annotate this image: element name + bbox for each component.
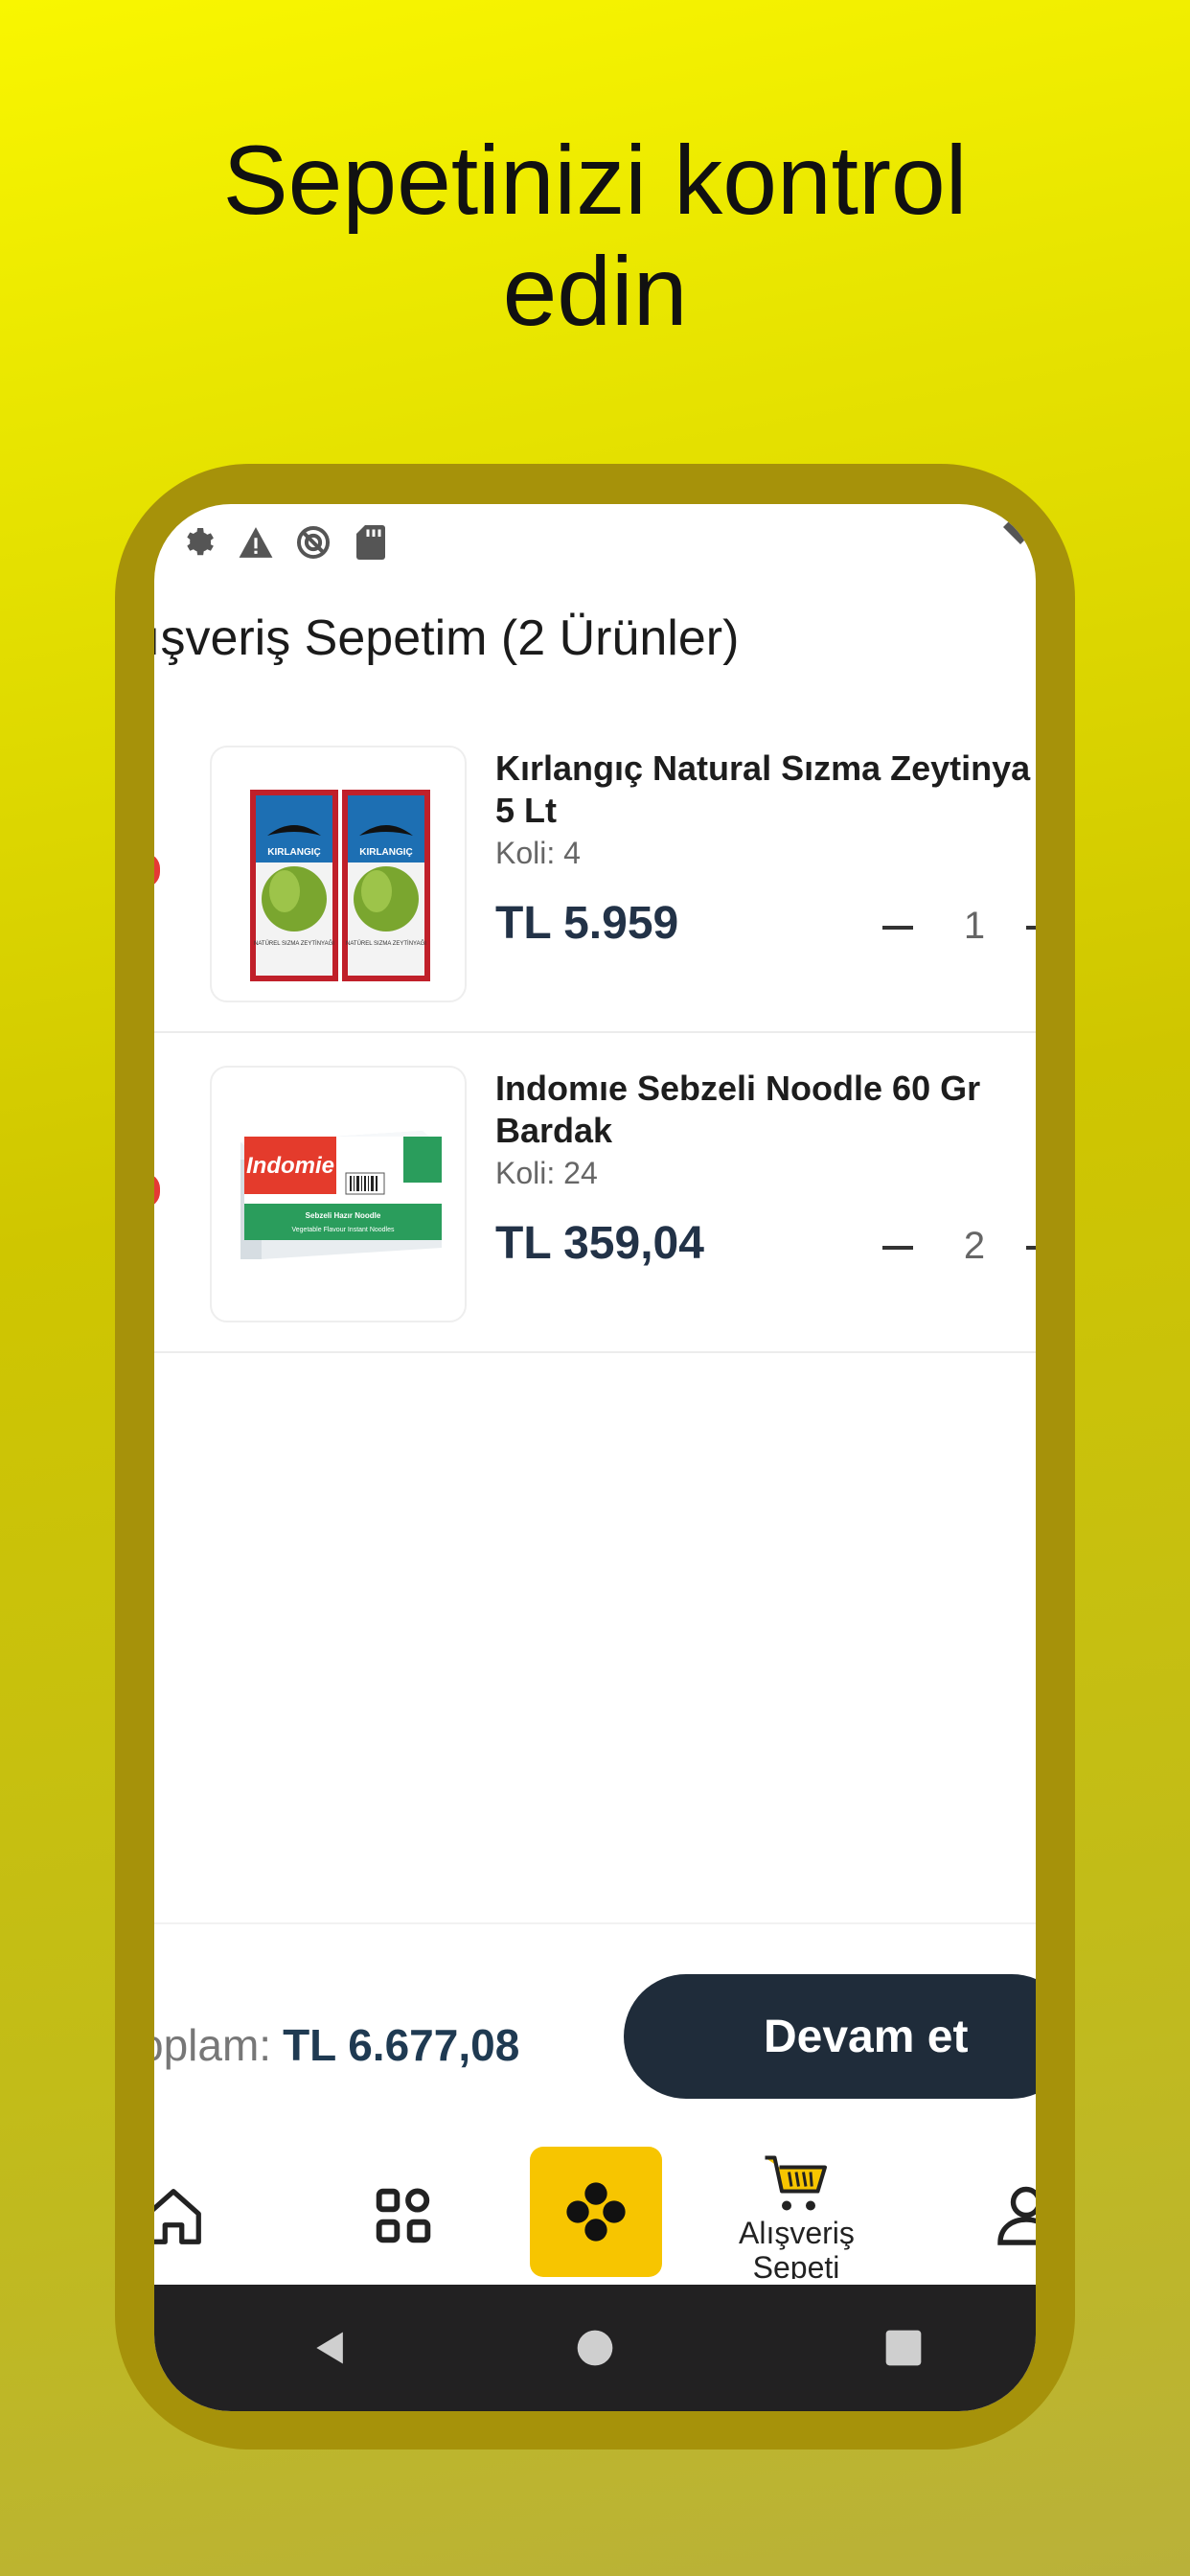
promo-headline-line1: Sepetinizi kontrol [222, 126, 968, 235]
shopping-cart-icon [765, 2155, 827, 2211]
nav-cart[interactable]: Alışveriş Sepeti [720, 2147, 873, 2281]
product-price: TL 5.959 [495, 898, 679, 949]
remove-item-button[interactable] [154, 1173, 160, 1208]
remove-item-button[interactable] [154, 853, 160, 887]
phone-screen: ışveriş Sepetim (2 Ürünler) KIRLANGIÇ NA… [154, 504, 1036, 2411]
nav-home[interactable] [154, 2147, 212, 2281]
product-pack-size: Koli: 24 [495, 1156, 598, 1190]
decrease-quantity-button[interactable] [882, 1246, 913, 1250]
continue-button[interactable]: Devam et [624, 1974, 1036, 2099]
home-icon [154, 2189, 201, 2244]
center-action-icon [566, 2182, 626, 2242]
svg-text:Vegetable Flavour Instant Nood: Vegetable Flavour Instant Noodles [291, 1227, 395, 1233]
svg-text:NATÜREL SIZMA ZEYTİNYAĞI: NATÜREL SIZMA ZEYTİNYAĞI [254, 940, 334, 947]
home-circle-icon[interactable] [574, 2327, 616, 2369]
product-image: KIRLANGIÇ NATÜREL SIZMA ZEYTİNYAĞI KIRLA… [210, 746, 467, 1002]
total-label: oplam: [154, 2020, 272, 2070]
product-price: TL 359,04 [495, 1218, 704, 1269]
decrease-quantity-button[interactable] [882, 926, 913, 930]
total-value: TL 6.677,08 [283, 2020, 520, 2070]
data-saver-icon [294, 523, 332, 562]
product-name[interactable]: Kırlangıç Natural Sızma Zeytinya 5 Lt [495, 748, 1036, 832]
nav-categories[interactable] [346, 2147, 461, 2281]
back-icon[interactable] [309, 2327, 352, 2369]
status-bar [179, 514, 390, 571]
increase-quantity-button[interactable] [1026, 1246, 1036, 1250]
promo-headline-line2: edin [502, 237, 688, 346]
cart-total: oplam: TL 6.677,08 [154, 1997, 519, 2093]
quantity-value: 1 [963, 905, 986, 947]
increase-quantity-button[interactable] [1026, 926, 1036, 930]
profile-icon [997, 2186, 1036, 2245]
recents-icon[interactable] [882, 2327, 925, 2369]
product-name[interactable]: Indomıe Sebzeli Noodle 60 Gr Bardak [495, 1068, 1036, 1152]
nav-center-action[interactable] [530, 2147, 662, 2277]
promo-headline: Sepetinizi kontrol edin [0, 125, 1190, 347]
system-nav-bar [154, 2285, 1036, 2411]
warning-icon [237, 523, 275, 562]
settings-icon [179, 523, 217, 562]
quantity-value: 2 [963, 1225, 986, 1267]
page-title: ışveriş Sepetim (2 Ürünler) [154, 610, 740, 666]
svg-text:Sebzeli Hazır Noodle: Sebzeli Hazır Noodle [306, 1211, 381, 1220]
cart-item[interactable]: KIRLANGIÇ NATÜREL SIZMA ZEYTİNYAĞI KIRLA… [154, 713, 1036, 1033]
cart-item[interactable]: Indomie Sebzeli Hazır Noodle Vegetable F… [154, 1033, 1036, 1353]
svg-text:KIRLANGIÇ: KIRLANGIÇ [359, 847, 413, 858]
svg-text:KIRLANGIÇ: KIRLANGIÇ [267, 847, 321, 858]
footer-divider [154, 1922, 1036, 1924]
sd-card-icon [352, 523, 390, 562]
categories-icon [376, 2188, 431, 2243]
bottom-nav: Alışveriş Sepeti [154, 2147, 1036, 2281]
nav-cart-label: Alışveriş Sepeti [739, 2216, 854, 2279]
svg-text:Indomie: Indomie [246, 1153, 334, 1179]
svg-text:NATÜREL SIZMA ZEYTİNYAĞI: NATÜREL SIZMA ZEYTİNYAĞI [346, 940, 426, 947]
battery-icon [1003, 519, 1028, 544]
product-image: Indomie Sebzeli Hazır Noodle Vegetable F… [210, 1066, 467, 1322]
product-pack-size: Koli: 4 [495, 836, 581, 870]
nav-profile[interactable] [978, 2147, 1036, 2281]
